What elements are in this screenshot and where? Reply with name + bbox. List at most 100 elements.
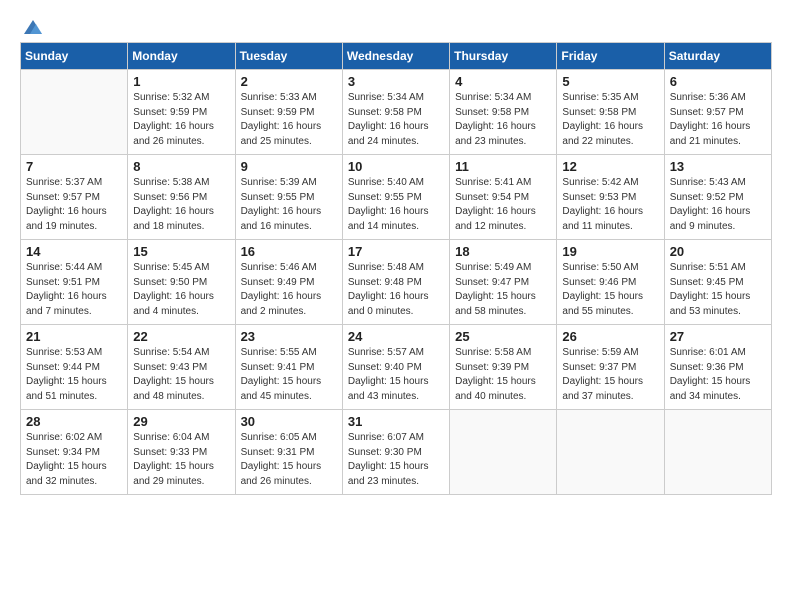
day-info: Sunrise: 6:01 AM Sunset: 9:36 PM Dayligh… [670, 346, 766, 404]
day-number: 3 [348, 74, 444, 89]
calendar-day-cell: 18 Sunrise: 5:49 AM Sunset: 9:47 PM Dayli… [450, 240, 557, 325]
day-info: Sunrise: 6:04 AM Sunset: 9:33 PM Dayligh… [133, 431, 229, 489]
day-info: Sunrise: 5:39 AM Sunset: 9:55 PM Dayligh… [241, 176, 337, 234]
day-number: 13 [670, 159, 766, 174]
day-number: 20 [670, 244, 766, 259]
calendar-day-cell: 15 Sunrise: 5:45 AM Sunset: 9:50 PM Dayli… [128, 240, 235, 325]
day-number: 23 [241, 329, 337, 344]
day-number: 24 [348, 329, 444, 344]
day-number: 11 [455, 159, 551, 174]
calendar-day-cell: 20 Sunrise: 5:51 AM Sunset: 9:45 PM Dayli… [664, 240, 771, 325]
day-info: Sunrise: 5:33 AM Sunset: 9:59 PM Dayligh… [241, 91, 337, 149]
calendar-day-cell: 6 Sunrise: 5:36 AM Sunset: 9:57 PM Daylig… [664, 70, 771, 155]
calendar-day-cell: 2 Sunrise: 5:33 AM Sunset: 9:59 PM Daylig… [235, 70, 342, 155]
calendar-day-cell: 19Sunrise: 5:50 AM Sunset: 9:46 PM Dayli… [557, 240, 664, 325]
calendar-day-cell [664, 410, 771, 495]
day-info: Sunrise: 5:43 AM Sunset: 9:52 PM Dayligh… [670, 176, 766, 234]
day-number: 19 [562, 244, 658, 259]
day-number: 18 [455, 244, 551, 259]
calendar-header-cell: Sunday [21, 43, 128, 70]
calendar-day-cell: 14 Sunrise: 5:44 AM Sunset: 9:51 PM Dayli… [21, 240, 128, 325]
day-info: Sunrise: 5:38 AM Sunset: 9:56 PM Dayligh… [133, 176, 229, 234]
logo [20, 16, 44, 34]
calendar-week-row: 28 Sunrise: 6:02 AM Sunset: 9:34 PM Dayli… [21, 410, 772, 495]
day-info: Sunrise: 5:45 AM Sunset: 9:50 PM Dayligh… [133, 261, 229, 319]
calendar-day-cell: 8Sunrise: 5:38 AM Sunset: 9:56 PM Daylig… [128, 155, 235, 240]
day-info: Sunrise: 5:41 AM Sunset: 9:54 PM Dayligh… [455, 176, 551, 234]
day-info: Sunrise: 5:49 AM Sunset: 9:47 PM Dayligh… [455, 261, 551, 319]
calendar-week-row: 7 Sunrise: 5:37 AM Sunset: 9:57 PM Daylig… [21, 155, 772, 240]
day-info: Sunrise: 5:57 AM Sunset: 9:40 PM Dayligh… [348, 346, 444, 404]
day-info: Sunrise: 5:46 AM Sunset: 9:49 PM Dayligh… [241, 261, 337, 319]
calendar-day-cell: 1Sunrise: 5:32 AM Sunset: 9:59 PM Daylig… [128, 70, 235, 155]
day-number: 10 [348, 159, 444, 174]
logo-icon [22, 16, 44, 38]
day-number: 12 [562, 159, 658, 174]
day-info: Sunrise: 5:59 AM Sunset: 9:37 PM Dayligh… [562, 346, 658, 404]
calendar-day-cell [21, 70, 128, 155]
calendar-day-cell: 3 Sunrise: 5:34 AM Sunset: 9:58 PM Daylig… [342, 70, 449, 155]
day-info: Sunrise: 5:35 AM Sunset: 9:58 PM Dayligh… [562, 91, 658, 149]
calendar-day-cell: 5 Sunrise: 5:35 AM Sunset: 9:58 PM Daylig… [557, 70, 664, 155]
calendar-header-cell: Monday [128, 43, 235, 70]
day-info: Sunrise: 5:54 AM Sunset: 9:43 PM Dayligh… [133, 346, 229, 404]
day-number: 4 [455, 74, 551, 89]
day-info: Sunrise: 6:07 AM Sunset: 9:30 PM Dayligh… [348, 431, 444, 489]
calendar-day-cell: 9 Sunrise: 5:39 AM Sunset: 9:55 PM Daylig… [235, 155, 342, 240]
calendar-header-cell: Saturday [664, 43, 771, 70]
calendar-day-cell: 16 Sunrise: 5:46 AM Sunset: 9:49 PM Dayli… [235, 240, 342, 325]
day-info: Sunrise: 5:34 AM Sunset: 9:58 PM Dayligh… [348, 91, 444, 149]
day-number: 9 [241, 159, 337, 174]
calendar-day-cell: 22 Sunrise: 5:54 AM Sunset: 9:43 PM Dayli… [128, 325, 235, 410]
day-info: Sunrise: 5:37 AM Sunset: 9:57 PM Dayligh… [26, 176, 122, 234]
day-info: Sunrise: 5:34 AM Sunset: 9:58 PM Dayligh… [455, 91, 551, 149]
calendar-day-cell: 12 Sunrise: 5:42 AM Sunset: 9:53 PM Dayli… [557, 155, 664, 240]
calendar-day-cell: 26 Sunrise: 5:59 AM Sunset: 9:37 PM Dayli… [557, 325, 664, 410]
page: SundayMondayTuesdayWednesdayThursdayFrid… [0, 0, 792, 515]
day-number: 28 [26, 414, 122, 429]
day-info: Sunrise: 6:05 AM Sunset: 9:31 PM Dayligh… [241, 431, 337, 489]
day-number: 31 [348, 414, 444, 429]
day-number: 21 [26, 329, 122, 344]
day-info: Sunrise: 5:36 AM Sunset: 9:57 PM Dayligh… [670, 91, 766, 149]
day-number: 29 [133, 414, 229, 429]
day-number: 1 [133, 74, 229, 89]
day-number: 22 [133, 329, 229, 344]
day-number: 14 [26, 244, 122, 259]
calendar-week-row: 1Sunrise: 5:32 AM Sunset: 9:59 PM Daylig… [21, 70, 772, 155]
calendar-week-row: 21 Sunrise: 5:53 AM Sunset: 9:44 PM Dayli… [21, 325, 772, 410]
calendar-body: 1Sunrise: 5:32 AM Sunset: 9:59 PM Daylig… [21, 70, 772, 495]
day-number: 16 [241, 244, 337, 259]
calendar-header-cell: Thursday [450, 43, 557, 70]
calendar-day-cell: 17 Sunrise: 5:48 AM Sunset: 9:48 PM Dayli… [342, 240, 449, 325]
calendar-day-cell: 10Sunrise: 5:40 AM Sunset: 9:55 PM Dayli… [342, 155, 449, 240]
day-number: 7 [26, 159, 122, 174]
day-number: 26 [562, 329, 658, 344]
calendar-day-cell: 21 Sunrise: 5:53 AM Sunset: 9:44 PM Dayli… [21, 325, 128, 410]
day-number: 2 [241, 74, 337, 89]
day-info: Sunrise: 5:42 AM Sunset: 9:53 PM Dayligh… [562, 176, 658, 234]
calendar-day-cell: 28 Sunrise: 6:02 AM Sunset: 9:34 PM Dayli… [21, 410, 128, 495]
day-number: 17 [348, 244, 444, 259]
day-info: Sunrise: 5:44 AM Sunset: 9:51 PM Dayligh… [26, 261, 122, 319]
day-number: 6 [670, 74, 766, 89]
calendar-day-cell: 24 Sunrise: 5:57 AM Sunset: 9:40 PM Dayli… [342, 325, 449, 410]
day-info: Sunrise: 6:02 AM Sunset: 9:34 PM Dayligh… [26, 431, 122, 489]
header [20, 16, 772, 34]
calendar-day-cell: 31 Sunrise: 6:07 AM Sunset: 9:30 PM Dayli… [342, 410, 449, 495]
calendar-day-cell: 23Sunrise: 5:55 AM Sunset: 9:41 PM Dayli… [235, 325, 342, 410]
day-info: Sunrise: 5:58 AM Sunset: 9:39 PM Dayligh… [455, 346, 551, 404]
day-number: 15 [133, 244, 229, 259]
day-number: 5 [562, 74, 658, 89]
calendar-week-row: 14 Sunrise: 5:44 AM Sunset: 9:51 PM Dayli… [21, 240, 772, 325]
calendar-day-cell: 11 Sunrise: 5:41 AM Sunset: 9:54 PM Dayli… [450, 155, 557, 240]
calendar-day-cell: 7 Sunrise: 5:37 AM Sunset: 9:57 PM Daylig… [21, 155, 128, 240]
day-info: Sunrise: 5:53 AM Sunset: 9:44 PM Dayligh… [26, 346, 122, 404]
calendar-header-cell: Tuesday [235, 43, 342, 70]
calendar-table: SundayMondayTuesdayWednesdayThursdayFrid… [20, 42, 772, 495]
calendar-day-cell: 27Sunrise: 6:01 AM Sunset: 9:36 PM Dayli… [664, 325, 771, 410]
day-info: Sunrise: 5:51 AM Sunset: 9:45 PM Dayligh… [670, 261, 766, 319]
calendar-day-cell [557, 410, 664, 495]
day-info: Sunrise: 5:48 AM Sunset: 9:48 PM Dayligh… [348, 261, 444, 319]
calendar-day-cell: 25Sunrise: 5:58 AM Sunset: 9:39 PM Dayli… [450, 325, 557, 410]
